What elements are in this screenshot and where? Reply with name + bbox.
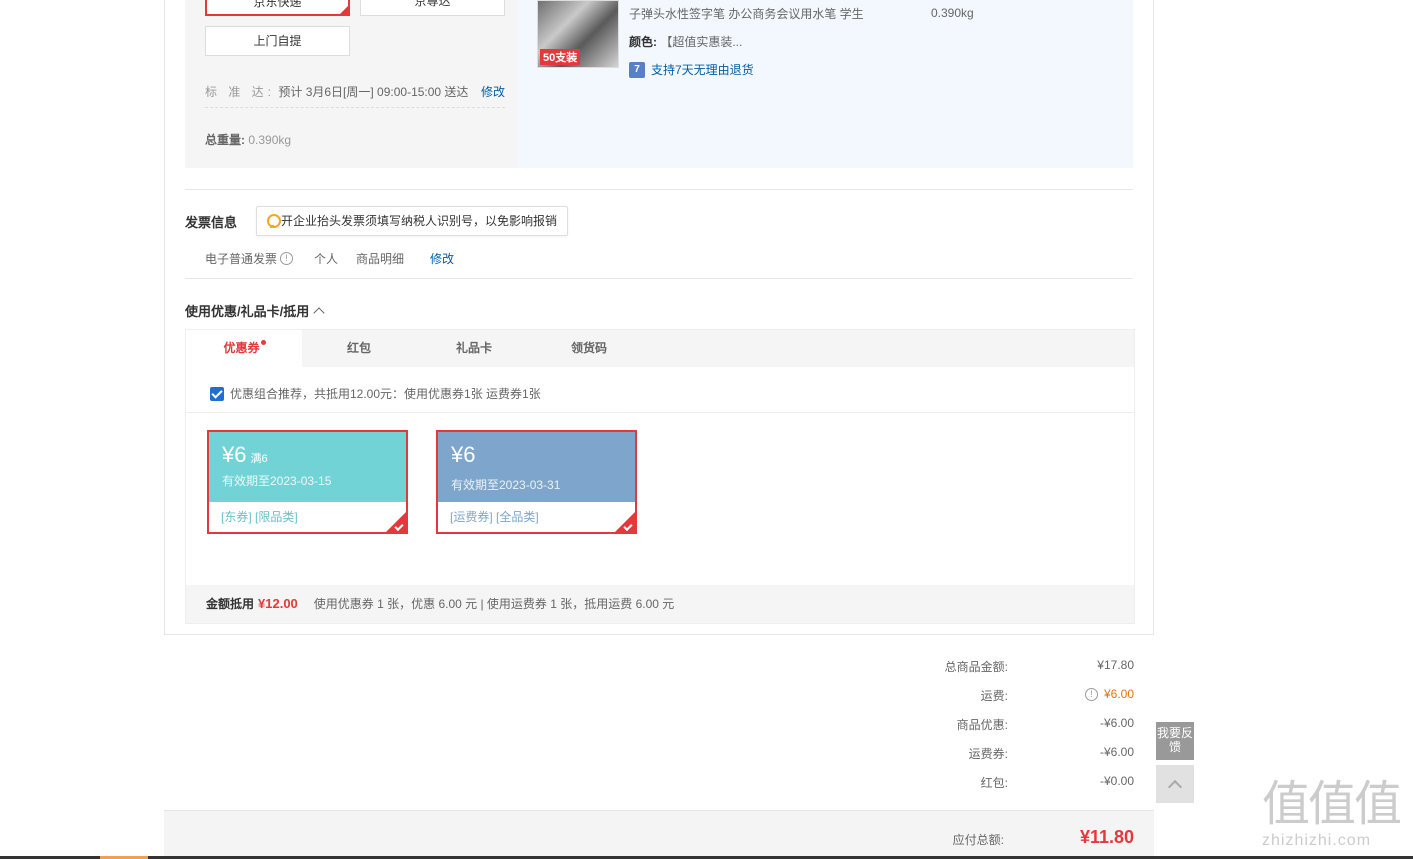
invoice-tip-text: 开企业抬头发票须填写纳税人识别号，以免影响报销 — [281, 214, 558, 228]
new-dot-icon — [260, 340, 266, 345]
recommend-checkbox[interactable] — [210, 386, 224, 401]
total-value: ¥6.00 — [1103, 687, 1134, 701]
color-label: 颜色: — [629, 35, 657, 49]
shipping-fee: ! ¥6.00 — [1084, 687, 1134, 701]
total-row: 运费: ! ¥6.00 — [894, 687, 1134, 707]
total-label: 运费券: — [968, 747, 1008, 761]
coupon-tabs: 优惠券 红包 礼品卡 领货码 — [186, 330, 1134, 367]
jd-express-button[interactable]: 京东快递 — [205, 0, 350, 16]
weight-label: 总重量: — [205, 133, 245, 147]
lightbulb-icon — [267, 214, 281, 228]
info-icon[interactable]: ! — [280, 252, 294, 265]
payable-label: 应付总额: — [952, 833, 1004, 847]
coupon-amount: ¥6 — [451, 442, 476, 467]
standard-label: 标 准 达: — [205, 85, 276, 99]
divider — [186, 412, 1134, 413]
payable-amount: ¥11.80 — [1079, 827, 1134, 847]
chevron-up-icon — [313, 306, 325, 319]
watermark-logo: 值值值 — [1262, 776, 1402, 832]
product-color: 颜色: 【超值实惠装... — [629, 33, 742, 50]
total-label: 总商品金额: — [944, 660, 1008, 674]
coupon-card[interactable]: ¥6 满6 有效期至2023-03-15 [东券] [限品类] — [207, 430, 408, 534]
coupon-top: ¥6 满6 有效期至2023-03-15 — [209, 432, 406, 502]
selected-corner-icon — [338, 4, 350, 16]
coupon-summary-amount: ¥12.00 — [258, 596, 298, 611]
tab-pickup-code[interactable]: 领货码 — [531, 330, 647, 367]
total-label: 红包: — [980, 776, 1008, 790]
arrow-up-icon — [1167, 779, 1183, 795]
total-label: 商品优惠: — [956, 718, 1008, 732]
tab-redpacket-label: 红包 — [346, 341, 371, 355]
tab-coupon-label: 优惠券 — [223, 341, 260, 355]
coupon-amount: ¥6 — [222, 442, 247, 467]
jd-wait-label: 京尊达 — [414, 0, 451, 8]
tab-giftcard[interactable]: 礼品卡 — [416, 330, 532, 367]
divider — [185, 189, 1133, 190]
coupon-tags: [东券] [限品类] — [221, 510, 298, 524]
color-value: 【超值实惠装... — [660, 35, 743, 49]
total-row: 商品优惠: -¥6.00 — [894, 716, 1134, 736]
total-weight: 总重量: 0.390kg — [205, 131, 291, 148]
back-to-top-button[interactable] — [1156, 765, 1194, 803]
tab-pickup-code-label: 领货码 — [570, 341, 607, 355]
coupon-panel: 优惠券 红包 礼品卡 领货码 优惠组合推荐，共抵用12.00元：使用优惠券1张 … — [185, 329, 1135, 624]
coupon-card[interactable]: ¥6 有效期至2023-03-31 [运费券] [全品类] — [436, 430, 637, 534]
tab-redpacket[interactable]: 红包 — [301, 330, 417, 367]
total-row: 总商品金额: ¥17.80 — [894, 658, 1134, 678]
standard-modify-link[interactable]: 修改 — [481, 83, 505, 100]
return-7day-icon: 7 — [629, 61, 645, 78]
tab-giftcard-label: 礼品卡 — [455, 341, 492, 355]
product-weight: 0.390kg — [931, 6, 974, 20]
total-row: 运费券: -¥6.00 — [894, 745, 1134, 765]
pickup-button[interactable]: 上门自提 — [205, 26, 350, 56]
standard-value: 预计 3月6日[周一] 09:00-15:00 送达 — [278, 85, 469, 99]
total-value: -¥6.00 — [1099, 745, 1134, 759]
coupon-recommend: 优惠组合推荐，共抵用12.00元：使用优惠券1张 运费券1张 — [210, 385, 541, 402]
product-tag: 50支装 — [540, 49, 581, 65]
payable-bar: 应付总额: ¥11.80 — [164, 810, 1154, 859]
total-value: -¥0.00 — [1099, 774, 1134, 788]
coupon-tags: [运费券] [全品类] — [450, 510, 539, 524]
invoice-person: 个人 — [314, 252, 339, 266]
coupon-expiry: 有效期至2023-03-15 — [222, 474, 332, 488]
info-icon[interactable]: ! — [1084, 687, 1098, 701]
invoice-detail: 商品明细 — [356, 252, 405, 266]
tab-coupon[interactable]: 优惠券 — [186, 330, 302, 367]
return-policy[interactable]: 7 支持7天无理由退货 — [629, 61, 754, 78]
pickup-label: 上门自提 — [253, 34, 302, 48]
product-image[interactable]: 50支装 — [537, 0, 619, 68]
invoice-title: 发票信息 — [185, 215, 238, 230]
product-name[interactable]: 子弹头水性签字笔 办公商务会议用水笔 学生 — [629, 5, 864, 22]
watermark-url: zhizhizhi.com — [1262, 832, 1372, 849]
invoice-modify-link[interactable]: 修改 — [430, 250, 454, 267]
coupon-summary-label: 金额抵用 — [206, 597, 255, 611]
watermark: 值值值 zhizhizhi.com — [1262, 776, 1412, 856]
jd-wait-button[interactable]: 京尊达 — [360, 0, 505, 16]
coupon-section-toggle[interactable]: 使用优惠/礼品卡/抵用 — [185, 301, 325, 320]
recommend-text: 优惠组合推荐，共抵用12.00元：使用优惠券1张 运费券1张 — [230, 387, 541, 401]
invoice-tip: 开企业抬头发票须填写纳税人识别号，以免影响报销 — [256, 206, 569, 236]
jd-express-label: 京东快递 — [253, 0, 302, 9]
total-row: 红包: -¥0.00 — [894, 774, 1134, 794]
coupon-top: ¥6 有效期至2023-03-31 — [438, 432, 635, 502]
total-value: -¥6.00 — [1099, 716, 1134, 730]
divider — [185, 278, 1133, 279]
coupon-summary-detail: 使用优惠券 1 张，优惠 6.00 元 | 使用运费券 1 张，抵用运费 6.0… — [313, 597, 675, 611]
coupon-expiry: 有效期至2023-03-31 — [451, 478, 561, 492]
coupon-section-title: 使用优惠/礼品卡/抵用 — [185, 304, 310, 319]
weight-value: 0.390kg — [248, 133, 292, 147]
coupon-summary: 金额抵用 ¥12.00 使用优惠券 1 张，优惠 6.00 元 | 使用运费券 1 … — [186, 585, 1134, 623]
standard-delivery: 标 准 达: 预计 3月6日[周一] 09:00-15:00 送达 修改 — [205, 83, 505, 108]
feedback-button[interactable]: 我要反馈 — [1156, 722, 1194, 760]
invoice-type: 电子普通发票 — [205, 252, 278, 266]
total-label: 运费: — [980, 689, 1008, 703]
coupon-condition: 满6 — [250, 453, 268, 465]
return-text: 支持7天无理由退货 — [651, 63, 754, 77]
invoice-details: 电子普通发票 ! 个人 商品明细 修改 — [205, 250, 454, 267]
total-value: ¥17.80 — [1097, 658, 1134, 672]
